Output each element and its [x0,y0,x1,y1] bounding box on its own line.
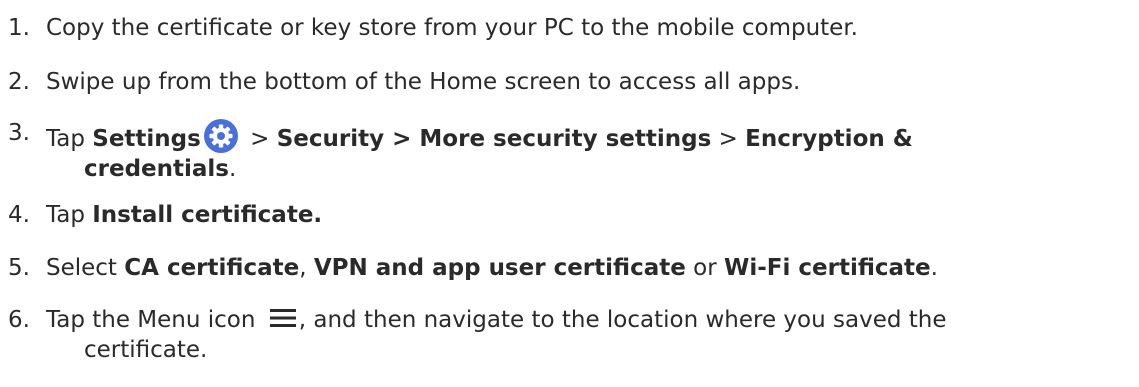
step-continuation: credentials. [46,154,913,184]
tap-text: Tap [46,126,93,152]
step-number: 5. [8,255,30,281]
step-number: 2. [8,69,30,95]
step-text: Copy the certificate or key store from y… [46,15,858,41]
or-text: or [685,255,724,281]
select-text: Select [46,255,125,281]
step-1: 1. Copy the certificate or key store from… [8,13,858,43]
period: . [930,255,938,281]
step-continuation: certificate. [84,337,208,363]
step-3: 3. Tap Settings > Security > More securit… [8,118,913,184]
vpn-certificate-label: VPN and app user certificate [313,255,686,281]
ca-certificate-label: CA certificate [124,255,300,281]
period: . [229,156,237,182]
step-text: Swipe up from the bottom of the Home scr… [46,69,801,95]
settings-label: Settings [92,126,201,152]
step-number: 1. [8,15,30,41]
step-content: Tap Install certificate. [46,200,322,230]
menu-icon [269,309,296,327]
install-certificate-label: Install certificate. [92,202,323,228]
step-content: Select CA certificate, VPN and app user … [46,253,938,283]
step-2: 2. Swipe up from the bottom of the Home s… [8,67,800,97]
security-path-label: Security > More security settings [276,126,712,152]
step-number: 6. [8,307,30,333]
step-text-before-icon: Tap the Menu icon [46,307,263,333]
step-content: Tap the Menu icon , and then navigate to… [46,305,947,365]
tap-text: Tap [46,202,93,228]
wifi-certificate-label: Wi-Fi certificate [723,255,931,281]
step-content: Tap Settings > Security > More security … [46,118,913,184]
step-6: 6. Tap the Menu icon , and then navigate … [8,305,947,365]
separator: > [242,126,277,152]
step-number: 3. [8,120,30,146]
step-5: 5. Select CA certificate, VPN and app use… [8,253,938,283]
gear-icon [203,119,238,153]
step-text-after-icon: , and then navigate to the location wher… [298,307,947,333]
separator: > [711,126,746,152]
encryption-label: Encryption & [745,126,913,152]
comma: , [299,255,314,281]
step-number: 4. [8,202,30,228]
step-4: 4. Tap Install certificate. [8,200,322,230]
credentials-label: credentials [84,156,229,182]
